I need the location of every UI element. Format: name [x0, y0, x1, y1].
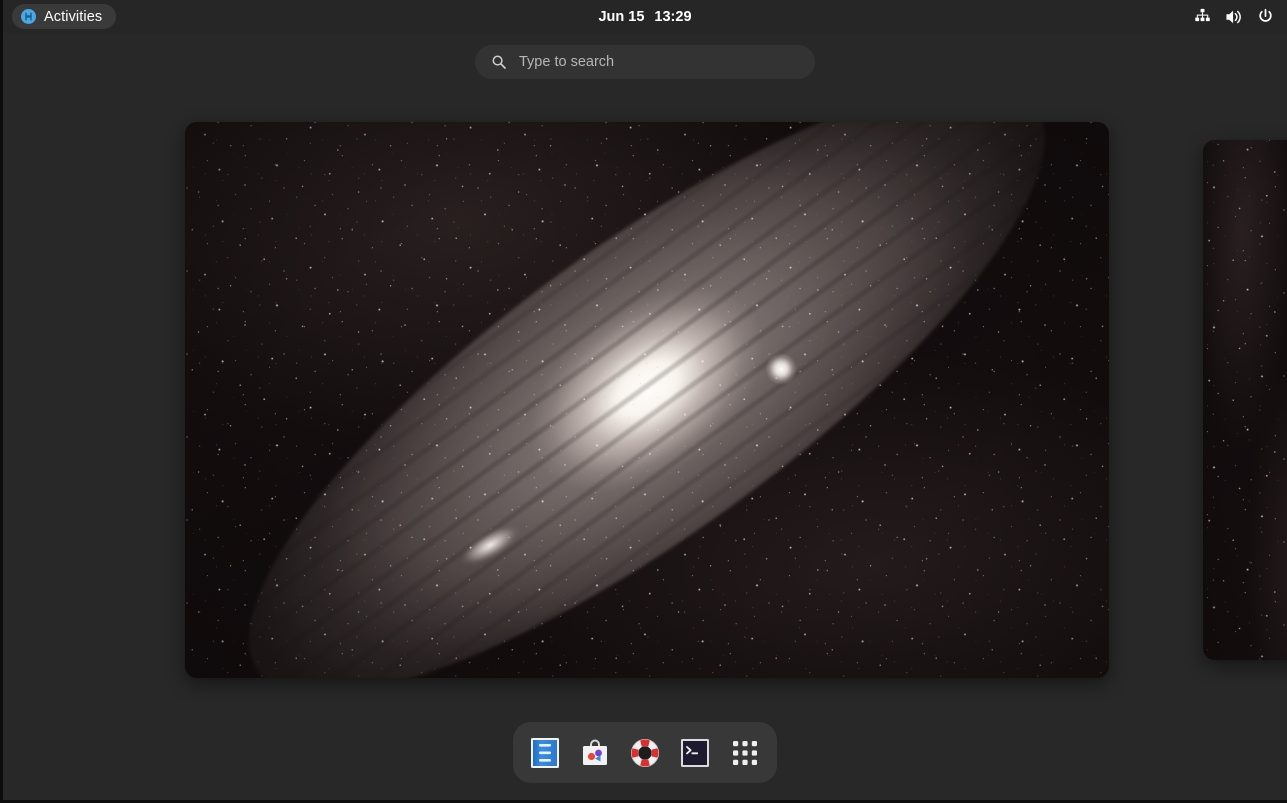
gnome-logo-icon	[21, 9, 36, 24]
search-input[interactable]: Type to search	[475, 45, 815, 79]
top-bar: Activities Jun 15 13:29	[3, 0, 1287, 33]
desktop-screen: Activities Jun 15 13:29 Type to search	[0, 0, 1287, 803]
clock-time: 13:29	[654, 8, 692, 25]
activities-label: Activities	[44, 8, 103, 25]
search-placeholder: Type to search	[519, 54, 615, 70]
dash-item-software[interactable]	[577, 735, 613, 771]
network-wired-icon[interactable]	[1194, 8, 1211, 25]
search-area: Type to search	[3, 45, 1287, 79]
workspace-2-thumbnail[interactable]	[1203, 140, 1287, 660]
wallpaper-andromeda-partial	[1203, 140, 1287, 660]
workspace-1-thumbnail[interactable]	[185, 122, 1109, 678]
workspace-strip	[3, 122, 1287, 678]
dash-item-terminal[interactable]	[677, 735, 713, 771]
status-area[interactable]	[1194, 8, 1274, 26]
activities-button[interactable]: Activities	[12, 4, 117, 29]
dash-item-show-apps[interactable]	[727, 735, 763, 771]
dash-item-help[interactable]	[627, 735, 663, 771]
clock-date: Jun 15	[598, 8, 645, 25]
dash-item-files[interactable]	[527, 735, 563, 771]
dash-dock	[513, 722, 777, 783]
volume-speaker-icon[interactable]	[1225, 8, 1243, 26]
power-icon[interactable]	[1257, 8, 1274, 25]
clock[interactable]: Jun 15 13:29	[598, 9, 691, 25]
search-icon	[491, 54, 507, 70]
wallpaper-andromeda	[185, 122, 1109, 678]
